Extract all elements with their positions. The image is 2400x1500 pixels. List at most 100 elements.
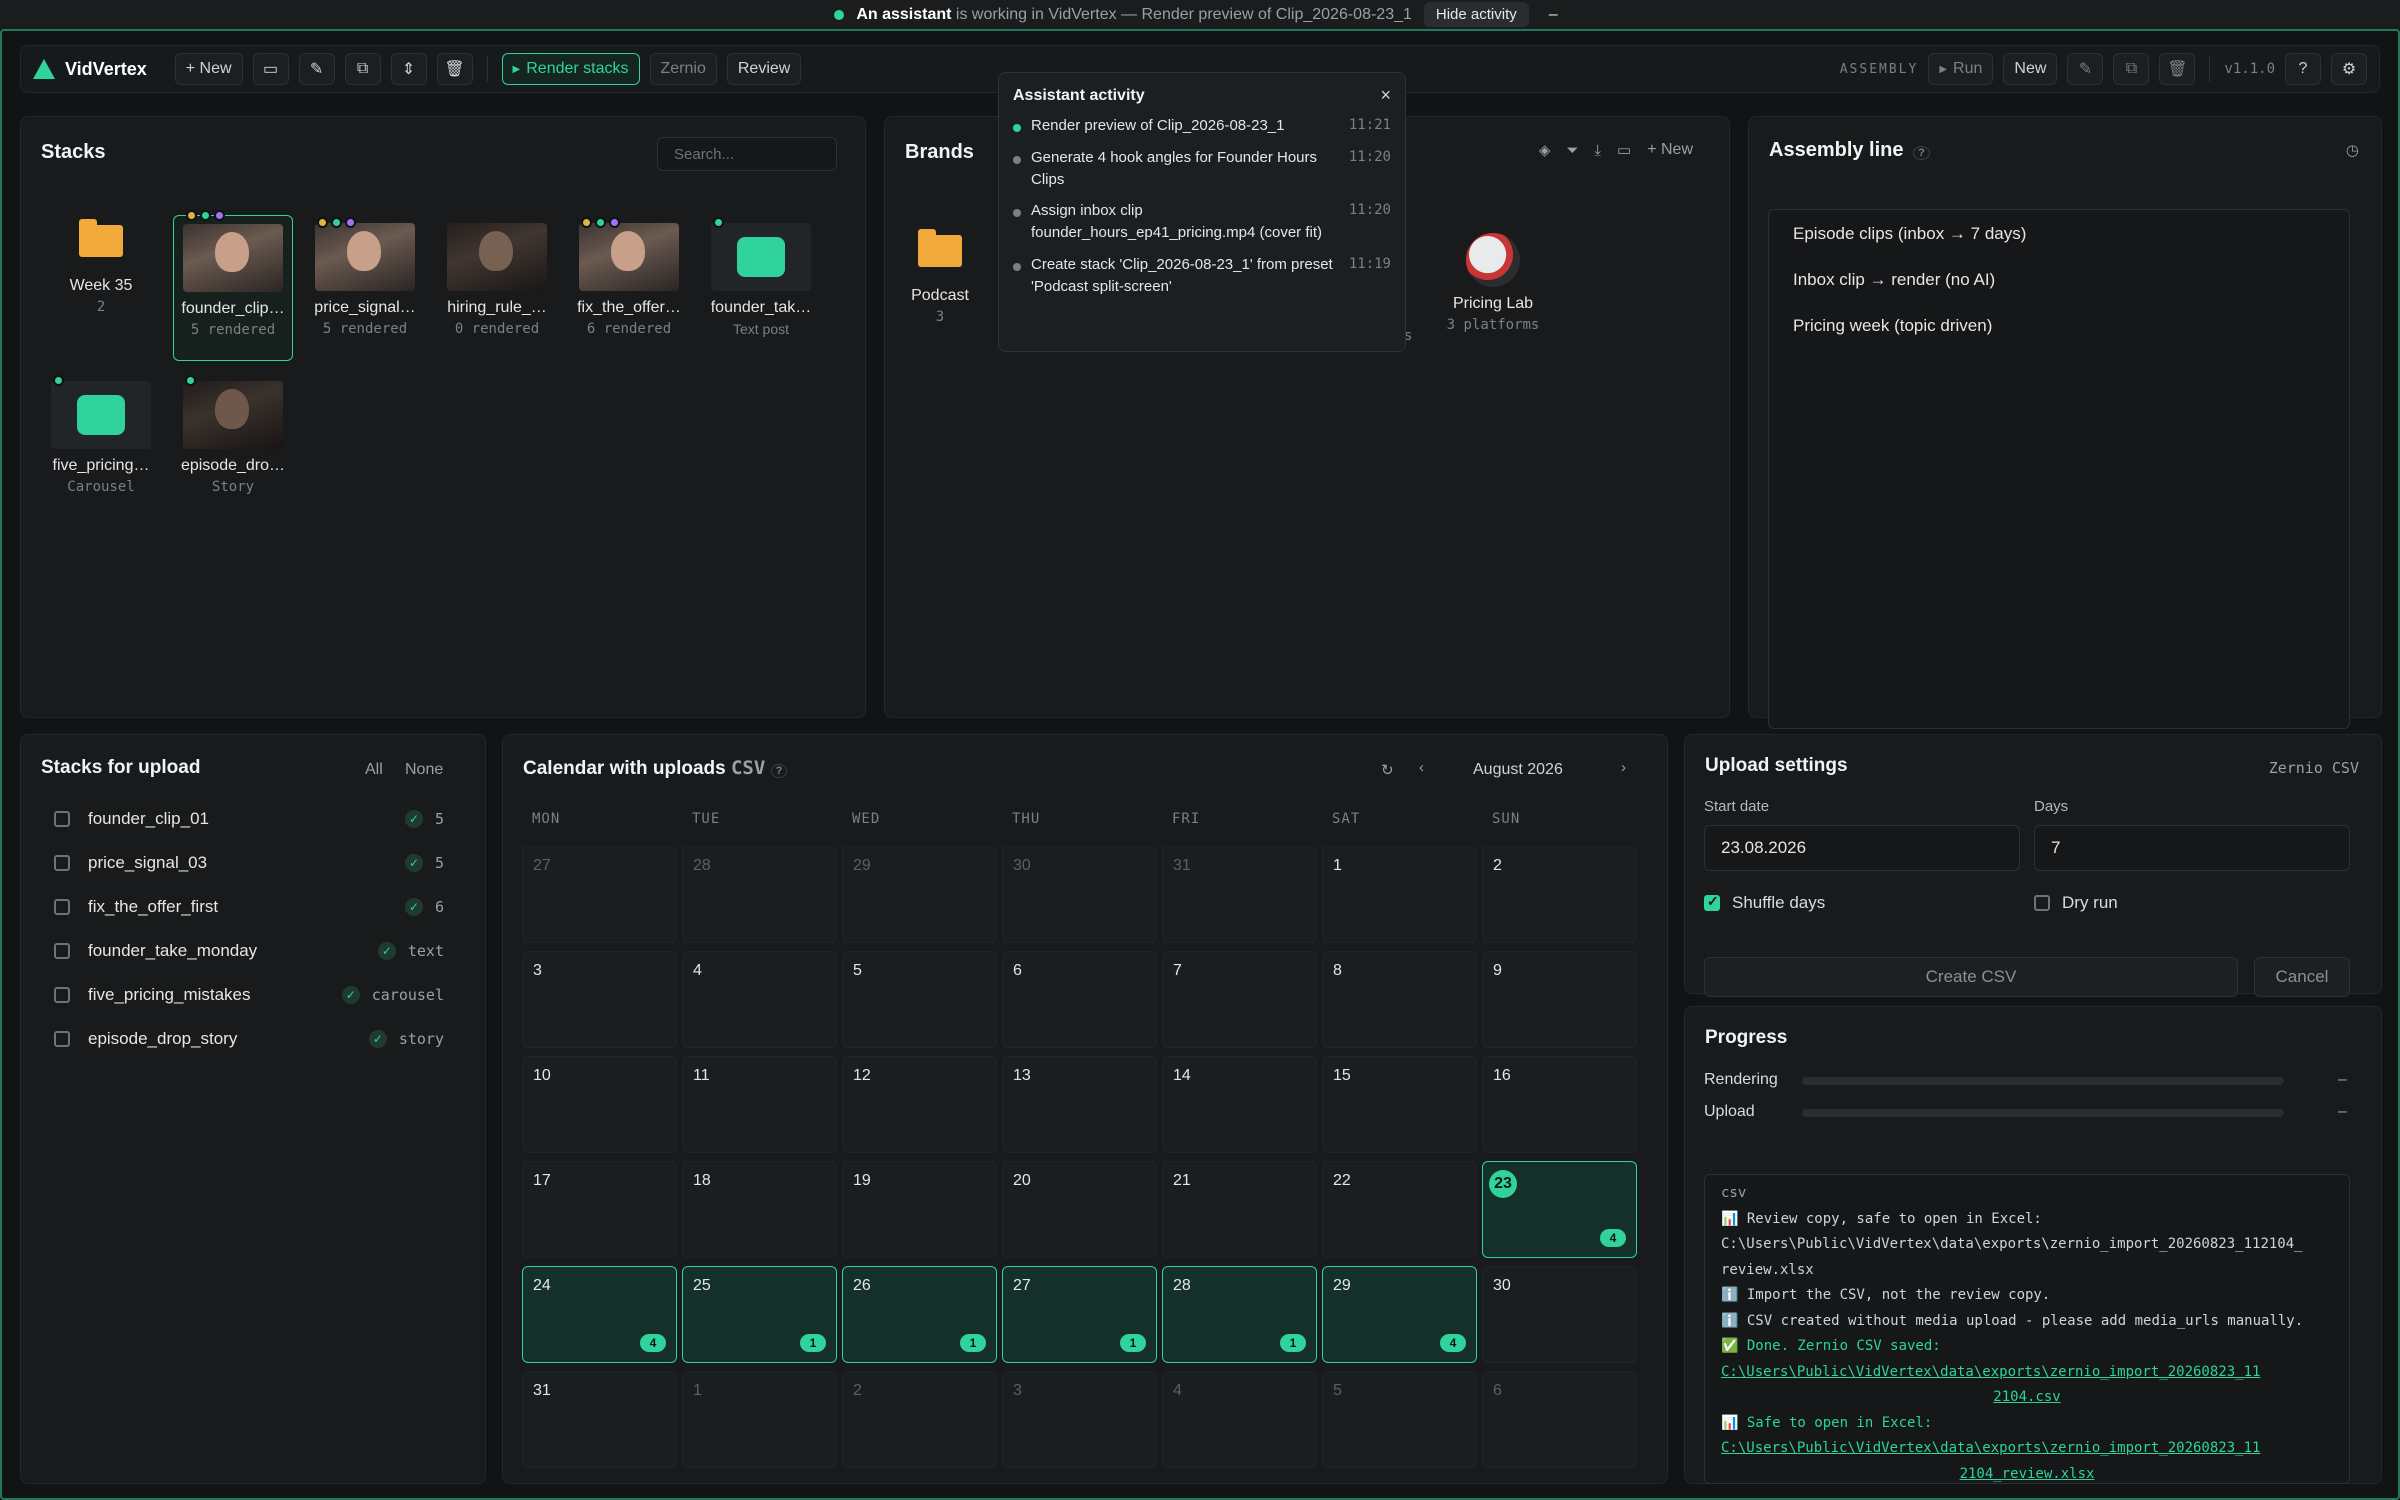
calendar-day-cell[interactable]: 25 1 xyxy=(682,1266,837,1363)
upload-stack-row[interactable]: episode_drop_story ✓ story xyxy=(54,1029,444,1049)
calendar-day-cell[interactable]: 27 1 xyxy=(1002,1266,1157,1363)
run-button[interactable]: ▶ Run xyxy=(1928,53,1994,85)
upload-stack-row[interactable]: five_pricing_mistakes ✓ carousel xyxy=(54,985,444,1005)
calendar-day-cell[interactable]: 1 xyxy=(1322,846,1477,943)
calendar-day-cell[interactable]: 6 xyxy=(1482,1371,1637,1468)
stack-tile-five-pricing[interactable]: five_pricing… Carousel xyxy=(41,375,161,495)
split-icon[interactable]: ⇕ xyxy=(390,53,427,85)
assembly-item[interactable]: Episode clips (inbox → 7 days) xyxy=(1793,224,2325,244)
stacks-search-input[interactable]: Search... xyxy=(657,137,837,171)
assembly-item[interactable]: Inbox clip → render (no AI) xyxy=(1793,270,2325,290)
calendar-day-cell[interactable]: 28 xyxy=(682,846,837,943)
calendar-day-cell[interactable]: 2 xyxy=(842,1371,997,1468)
minimize-button[interactable]: – xyxy=(1541,6,1566,24)
assembly-item[interactable]: Pricing week (topic driven) xyxy=(1793,316,2325,336)
trash-icon[interactable]: 🗑 xyxy=(2159,53,2196,85)
refresh-icon[interactable]: ↻ xyxy=(1381,761,1394,779)
edit-icon[interactable]: ✎ xyxy=(298,53,335,85)
stack-tile-episode-drop[interactable]: episode_dro… Story xyxy=(173,375,293,495)
calendar-day-cell[interactable]: 12 xyxy=(842,1056,997,1153)
new-assembly-button[interactable]: New xyxy=(2003,53,2058,85)
new-brand-button[interactable]: + New xyxy=(1647,141,1693,159)
calendar-day-cell[interactable]: 2 xyxy=(1482,846,1637,943)
stack-tile-week35[interactable]: Week 35 2 xyxy=(41,209,161,315)
render-stacks-button[interactable]: ▶ Render stacks xyxy=(501,53,640,85)
calendar-day-cell[interactable]: 4 xyxy=(1162,1371,1317,1468)
folder-icon[interactable]: ▭ xyxy=(1617,141,1631,159)
xlsx-path-link[interactable]: 2104_review.xlsx xyxy=(1721,1462,2333,1484)
calendar-day-cell[interactable]: 19 xyxy=(842,1161,997,1258)
folder-plus-icon[interactable]: ▭ xyxy=(252,53,289,85)
calendar-day-cell[interactable]: 23 4 xyxy=(1482,1161,1637,1258)
calendar-day-cell[interactable]: 28 1 xyxy=(1162,1266,1317,1363)
calendar-day-cell[interactable]: 11 xyxy=(682,1056,837,1153)
calendar-day-cell[interactable]: 29 xyxy=(842,846,997,943)
calendar-day-cell[interactable]: 17 xyxy=(522,1161,677,1258)
stack-tile-hiring-rule[interactable]: hiring_rule_… 0 rendered xyxy=(437,223,557,337)
start-date-input[interactable]: 23.08.2026 xyxy=(1704,825,2020,871)
help-icon[interactable]: ? xyxy=(1913,146,1930,160)
calendar-day-cell[interactable]: 5 xyxy=(842,951,997,1048)
calendar-day-cell[interactable]: 10 xyxy=(522,1056,677,1153)
history-icon[interactable]: ◷ xyxy=(2346,141,2359,159)
calendar-day-cell[interactable]: 6 xyxy=(1002,951,1157,1048)
calendar-day-cell[interactable]: 15 xyxy=(1322,1056,1477,1153)
stack-tile-fix-the-offer[interactable]: fix_the_offer… 6 rendered xyxy=(569,217,689,337)
zernio-button[interactable]: Zernio xyxy=(649,53,717,85)
layers-icon[interactable]: ◈ xyxy=(1539,141,1551,159)
upload-stack-row[interactable]: price_signal_03 ✓ 5 xyxy=(54,853,444,873)
calendar-day-cell[interactable]: 24 4 xyxy=(522,1266,677,1363)
calendar-day-cell[interactable]: 22 xyxy=(1322,1161,1477,1258)
xlsx-path-link[interactable]: C:\Users\Public\VidVertex\data\exports\z… xyxy=(1721,1436,2333,1462)
duplicate-icon[interactable]: ⧉ xyxy=(2113,53,2150,85)
next-month-button[interactable]: › xyxy=(1621,759,1626,776)
calendar-day-cell[interactable]: 31 xyxy=(1162,846,1317,943)
calendar-day-cell[interactable]: 31 xyxy=(522,1371,677,1468)
days-input[interactable]: 7 xyxy=(2034,825,2350,871)
brand-podcast[interactable]: Podcast 3 xyxy=(885,229,995,325)
calendar-day-cell[interactable]: 14 xyxy=(1162,1056,1317,1153)
filter-icon[interactable]: ⏷ xyxy=(1566,142,1578,159)
calendar-day-cell[interactable]: 26 1 xyxy=(842,1266,997,1363)
prev-month-button[interactable]: ‹ xyxy=(1419,759,1424,776)
calendar-day-cell[interactable]: 18 xyxy=(682,1161,837,1258)
csv-path-link[interactable]: C:\Users\Public\VidVertex\data\exports\z… xyxy=(1721,1360,2333,1386)
upload-stack-row[interactable]: fix_the_offer_first ✓ 6 xyxy=(54,897,444,917)
hide-activity-button[interactable]: Hide activity xyxy=(1423,2,1529,27)
shuffle-days-toggle[interactable]: Shuffle days xyxy=(1704,893,1825,913)
calendar-day-cell[interactable]: 21 xyxy=(1162,1161,1317,1258)
trash-icon[interactable]: 🗑 xyxy=(436,53,473,85)
close-icon[interactable]: × xyxy=(1380,85,1391,106)
calendar-day-cell[interactable]: 3 xyxy=(1002,1371,1157,1468)
calendar-day-cell[interactable]: 8 xyxy=(1322,951,1477,1048)
csv-path-link[interactable]: 2104.csv xyxy=(1721,1385,2333,1411)
calendar-day-cell[interactable]: 30 xyxy=(1002,846,1157,943)
select-all-button[interactable]: All xyxy=(365,761,383,779)
calendar-day-cell[interactable]: 9 xyxy=(1482,951,1637,1048)
download-icon[interactable]: ⤓ xyxy=(1594,142,1601,159)
calendar-day-cell[interactable]: 20 xyxy=(1002,1161,1157,1258)
stack-tile-founder-take[interactable]: founder_tak… Text post xyxy=(701,217,821,337)
calendar-day-cell[interactable]: 27 xyxy=(522,846,677,943)
upload-stack-row[interactable]: founder_clip_01 ✓ 5 xyxy=(54,809,444,829)
stack-tile-founder-clip[interactable]: founder_clip… 5 rendered xyxy=(173,210,293,361)
upload-stack-row[interactable]: founder_take_monday ✓ text xyxy=(54,941,444,961)
calendar-day-cell[interactable]: 5 xyxy=(1322,1371,1477,1468)
dry-run-toggle[interactable]: Dry run xyxy=(2034,893,2118,913)
calendar-day-cell[interactable]: 7 xyxy=(1162,951,1317,1048)
calendar-day-cell[interactable]: 16 xyxy=(1482,1056,1637,1153)
gear-icon[interactable]: ⚙ xyxy=(2331,53,2367,85)
select-none-button[interactable]: None xyxy=(405,761,443,779)
calendar-day-cell[interactable]: 3 xyxy=(522,951,677,1048)
create-csv-button[interactable]: Create CSV xyxy=(1704,957,2238,997)
help-icon[interactable]: ? xyxy=(2285,53,2321,85)
edit-icon[interactable]: ✎ xyxy=(2067,53,2104,85)
cancel-button[interactable]: Cancel xyxy=(2254,957,2350,997)
calendar-day-cell[interactable]: 1 xyxy=(682,1371,837,1468)
duplicate-icon[interactable]: ⧉ xyxy=(344,53,381,85)
calendar-day-cell[interactable]: 13 xyxy=(1002,1056,1157,1153)
new-button[interactable]: + New xyxy=(174,53,243,85)
help-icon[interactable]: ? xyxy=(770,764,788,778)
stack-tile-price-signal[interactable]: price_signal… 5 rendered xyxy=(305,217,425,337)
brand-pricing-lab[interactable]: Pricing Lab 3 platforms xyxy=(1438,233,1548,333)
